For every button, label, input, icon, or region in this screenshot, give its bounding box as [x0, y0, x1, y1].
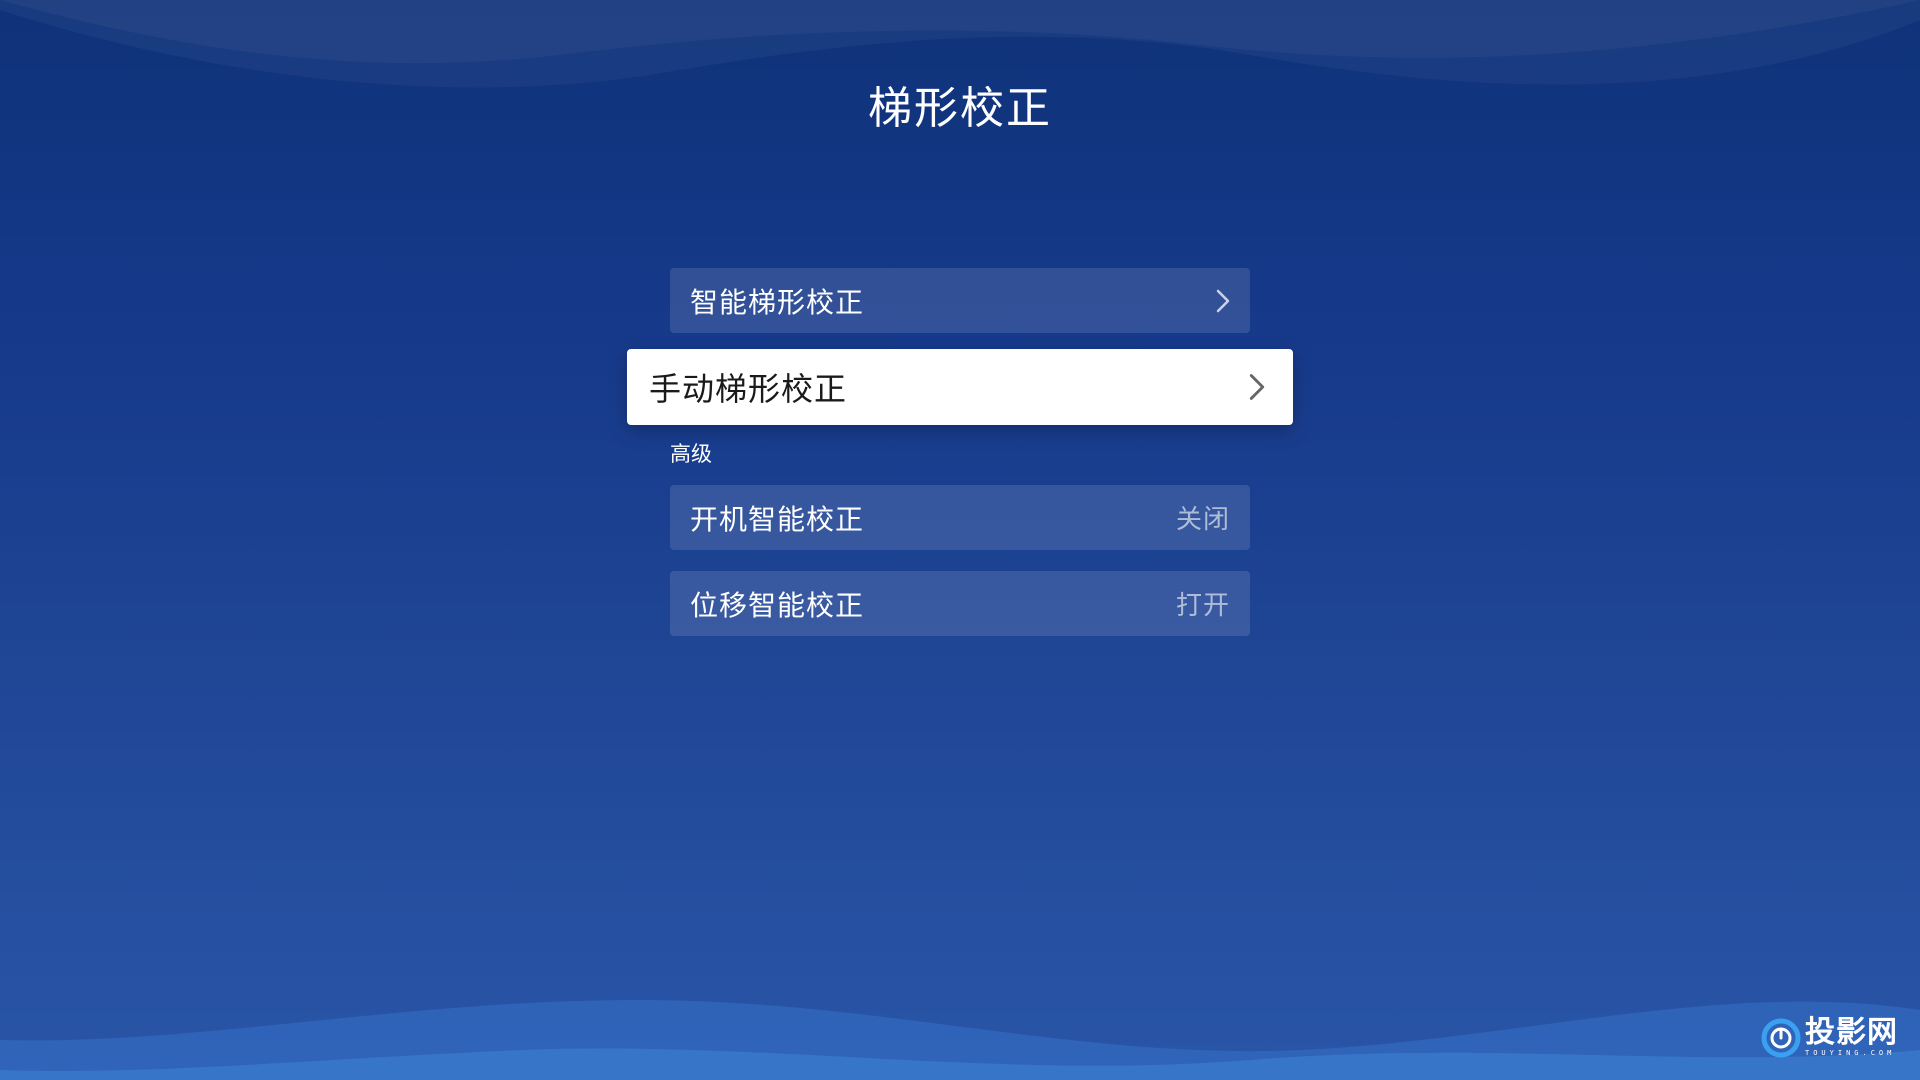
menu-item-label: 位移智能校正 — [690, 588, 865, 622]
chevron-right-icon — [1249, 374, 1265, 400]
menu-item-value: 打开 — [1175, 591, 1230, 621]
page-title: 梯形校正 — [868, 83, 1052, 134]
touying-logo-icon — [1761, 1018, 1801, 1058]
watermark: 投影网 TOUYING.COM — [1761, 1018, 1898, 1058]
chevron-right-icon — [1216, 289, 1230, 312]
menu-item-boot-smart-correction[interactable]: 开机智能校正 关闭 — [670, 485, 1250, 550]
watermark-domain: TOUYING.COM — [1805, 1049, 1896, 1057]
menu-item-label: 开机智能校正 — [690, 502, 865, 536]
menu-item-displacement-smart-correction[interactable]: 位移智能校正 打开 — [670, 571, 1250, 636]
menu-item-manual-keystone[interactable]: 手动梯形校正 — [627, 349, 1293, 425]
menu-item-label: 手动梯形校正 — [649, 370, 848, 408]
menu-item-label: 智能梯形校正 — [690, 285, 865, 319]
menu-item-smart-keystone[interactable]: 智能梯形校正 — [670, 268, 1250, 333]
watermark-name: 投影网 — [1805, 1015, 1898, 1050]
menu-item-value: 关闭 — [1175, 505, 1230, 535]
section-header-advanced: 高级 — [670, 442, 712, 466]
